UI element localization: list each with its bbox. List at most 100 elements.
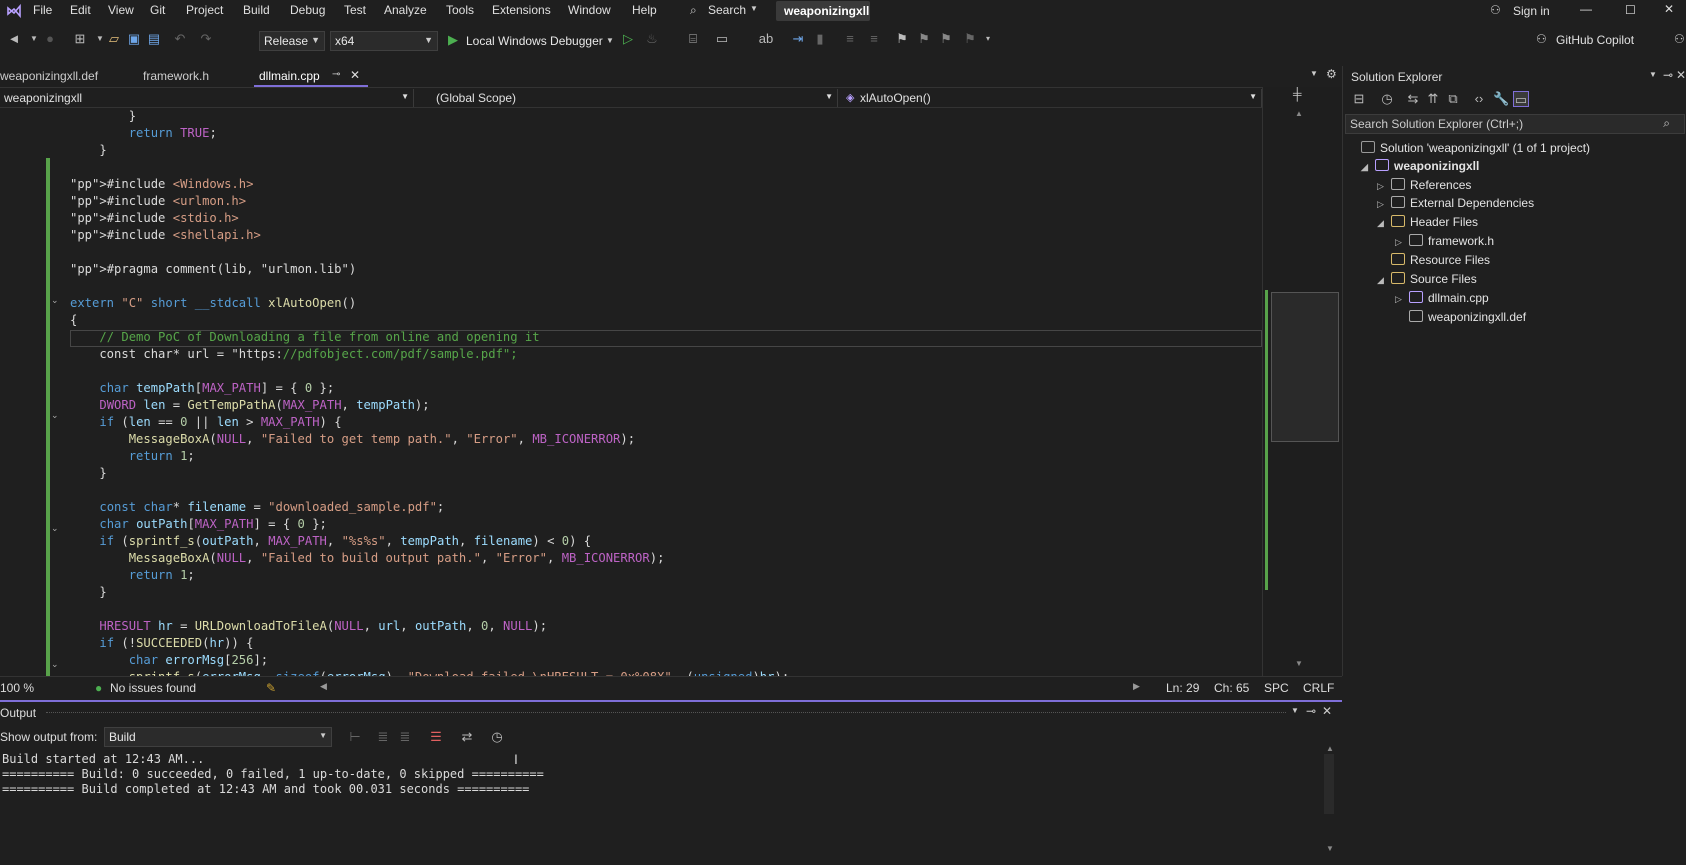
close-icon[interactable]: ✕ — [1676, 68, 1686, 82]
menu-test[interactable]: Test — [344, 3, 366, 17]
tab-framework-h[interactable]: framework.h — [143, 66, 243, 87]
properties-icon[interactable]: 🔧 — [1493, 91, 1509, 107]
split-icon[interactable]: ╪ — [1293, 87, 1302, 101]
menu-project[interactable]: Project — [186, 3, 223, 17]
pin-icon[interactable]: ⊸ — [332, 69, 340, 80]
zoom-level[interactable]: 100 % — [0, 681, 34, 695]
github-copilot-button[interactable]: ⚇ GitHub Copilot — [1536, 32, 1672, 50]
tree-references[interactable]: ▷ References — [1377, 176, 1471, 194]
collapse-icon[interactable]: ⌄ — [51, 659, 61, 669]
solution-search-input[interactable]: Search Solution Explorer (Ctrl+;) ⌕ — [1345, 114, 1685, 134]
code-line[interactable]: char tempPath[MAX_PATH] = { 0 }; — [70, 380, 1260, 397]
tree-external-dependencies[interactable]: ▷ External Dependencies — [1377, 194, 1534, 212]
menu-window[interactable]: Window — [568, 3, 611, 17]
platform-dropdown[interactable]: x64 ▼ — [330, 31, 438, 51]
code-line[interactable]: "pp">#include <shellapi.h> — [70, 227, 1260, 244]
back-icon[interactable]: ◄ — [6, 31, 22, 47]
history-icon[interactable]: ◷ — [1379, 91, 1395, 107]
code-line[interactable]: MessageBoxA(NULL, "Failed to build outpu… — [70, 550, 1260, 567]
sign-in-link[interactable]: Sign in — [1513, 4, 1550, 18]
code-line[interactable]: "pp">#pragma comment(lib, "urlmon.lib") — [70, 261, 1260, 278]
tree-resource-files[interactable]: Resource Files — [1391, 251, 1490, 269]
maximize-icon[interactable]: ☐ — [1625, 3, 1636, 17]
prev-bookmark-icon[interactable]: ⚑ — [916, 31, 932, 47]
scroll-map[interactable]: ╪ ▲ ▼ — [1262, 87, 1342, 676]
code-line[interactable]: return 1; — [70, 448, 1260, 465]
menu-file[interactable]: File — [33, 3, 52, 17]
pin-icon[interactable]: ⊸ — [1663, 68, 1673, 82]
bookmark-icon[interactable]: ⚑ — [894, 31, 910, 47]
code-line[interactable]: if (!SUCCEEDED(hr)) { — [70, 635, 1260, 652]
collapse-icon[interactable]: ⌄ — [51, 295, 61, 305]
collapse-icon[interactable]: ⌄ — [51, 410, 61, 420]
code-line[interactable]: if (len == 0 || len > MAX_PATH) { — [70, 414, 1260, 431]
code-line[interactable]: extern "C" short __stdcall xlAutoOpen() — [70, 295, 1260, 312]
menu-view[interactable]: View — [108, 3, 134, 17]
project-dropdown[interactable]: weaponizingxll ▼ — [0, 89, 414, 107]
code-line[interactable]: char errorMsg[256]; — [70, 652, 1260, 669]
menu-tools[interactable]: Tools — [446, 3, 474, 17]
share-icon[interactable]: ⚇ — [1674, 32, 1685, 46]
code-line[interactable]: MessageBoxA(NULL, "Failed to get temp pa… — [70, 431, 1260, 448]
code-editor[interactable]: ⌄ ⌄ ⌄ ⌄ ⌄ ⌄ } return TRUE; }​"pp">#inclu… — [0, 108, 1262, 676]
step-icon[interactable]: ⇥ — [790, 31, 806, 47]
code-view-icon[interactable]: ‹› — [1471, 91, 1487, 107]
collapse-icon[interactable]: ⌄ — [51, 523, 61, 533]
scroll-down-icon[interactable]: ▼ — [1295, 659, 1303, 668]
hot-reload-icon[interactable]: ♨ — [644, 31, 660, 47]
scroll-up-icon[interactable]: ▲ — [1326, 744, 1334, 753]
sync-icon[interactable]: ⇆ — [1405, 91, 1421, 107]
new-project-icon[interactable]: ⊞ — [72, 31, 88, 47]
output-source-dropdown[interactable]: Build ▼ — [104, 727, 332, 747]
menu-extensions[interactable]: Extensions — [492, 3, 551, 17]
preview-icon[interactable]: ▭ — [1513, 91, 1529, 107]
code-line[interactable]: if (sprintf_s(outPath, MAX_PATH, "%s%s",… — [70, 533, 1260, 550]
close-tab-icon[interactable]: ✕ — [350, 68, 360, 82]
code-line[interactable]: char outPath[MAX_PATH] = { 0 }; — [70, 516, 1260, 533]
code-line[interactable]: ​ — [70, 482, 1260, 499]
show-all-icon[interactable]: ⧉ — [1445, 91, 1461, 107]
code-line[interactable]: ​ — [70, 601, 1260, 618]
switch-views-icon[interactable]: ⊟ — [1351, 91, 1367, 107]
code-line[interactable]: "pp">#include <Windows.h> — [70, 176, 1260, 193]
code-line[interactable]: } — [70, 108, 1260, 125]
close-icon[interactable]: ✕ — [1322, 704, 1332, 718]
configuration-dropdown[interactable]: Release ▼ — [259, 31, 325, 51]
tab-weaponizingxll-def[interactable]: weaponizingxll.def — [0, 66, 128, 87]
spell-check-icon[interactable]: ab — [758, 31, 774, 47]
next-message-icon[interactable]: ≣ — [397, 729, 413, 745]
tree-weaponizingxll-def[interactable]: weaponizingxll.def — [1409, 308, 1526, 326]
tree-framework-h[interactable]: ▷ framework.h — [1395, 232, 1494, 250]
clear-all-icon[interactable]: ☰ — [428, 729, 444, 745]
layout-icon[interactable]: ▭ — [714, 31, 730, 47]
find-message-icon[interactable]: ⊢ — [347, 729, 363, 745]
code-line[interactable]: ​ — [70, 159, 1260, 176]
output-text[interactable]: Build started at 12:43 AM... ========== B… — [2, 752, 544, 797]
tree-header-files[interactable]: ◢ Header Files — [1377, 213, 1478, 231]
menu-debug[interactable]: Debug — [290, 3, 325, 17]
open-folder-icon[interactable]: ▱ — [106, 31, 122, 47]
save-all-icon[interactable]: ▤ — [146, 31, 162, 47]
chevron-down-icon[interactable]: ▼ — [1649, 70, 1657, 79]
whitespace-indicator[interactable]: SPC — [1264, 681, 1289, 695]
menu-git[interactable]: Git — [150, 3, 165, 17]
code-line[interactable]: } — [70, 142, 1260, 159]
brush-icon[interactable]: ✎ — [266, 681, 276, 695]
outdent-icon[interactable]: ≡ — [866, 31, 882, 47]
start-debugging-button[interactable]: ▶ Local Windows Debugger ▼ — [446, 31, 616, 51]
code-line[interactable]: { — [70, 312, 1260, 329]
code-line[interactable]: ​ — [70, 278, 1260, 295]
code-line[interactable]: } — [70, 465, 1260, 482]
start-without-debugging-icon[interactable]: ▷ — [620, 31, 636, 47]
save-icon[interactable]: ▣ — [126, 31, 142, 47]
browse-icon[interactable]: ⌸ — [685, 31, 701, 47]
tree-project[interactable]: ◢ weaponizingxll — [1361, 157, 1479, 175]
chevron-down-icon[interactable]: ▼ — [26, 31, 42, 47]
code-line[interactable]: "pp">#include <urlmon.h> — [70, 193, 1260, 210]
line-ending-indicator[interactable]: CRLF — [1303, 681, 1334, 695]
redo-icon[interactable]: ↷ — [198, 31, 214, 47]
breakpoint-icon[interactable]: ▮ — [812, 31, 828, 47]
timestamp-icon[interactable]: ◷ — [489, 729, 505, 745]
scroll-right-icon[interactable]: ▶ — [1133, 681, 1140, 692]
global-search[interactable]: ⌕ Search ▼ — [690, 2, 760, 20]
